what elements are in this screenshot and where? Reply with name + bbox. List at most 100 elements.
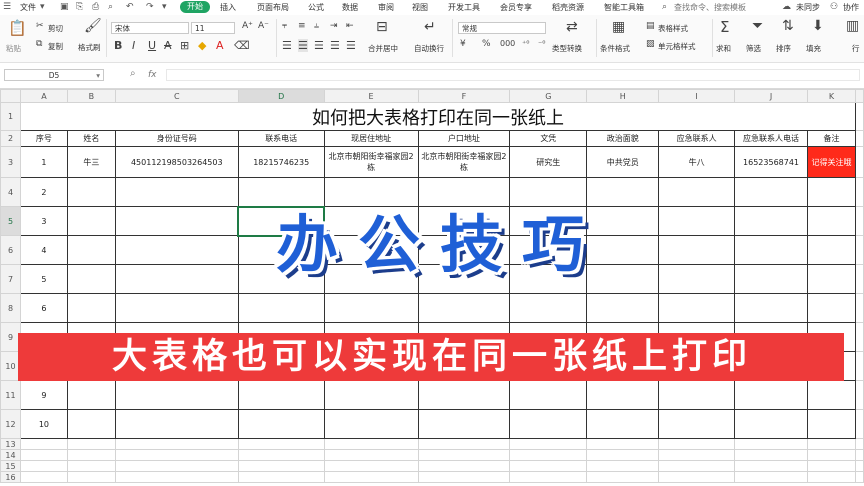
copy-icon[interactable]: ⧉ <box>36 39 42 49</box>
column-header[interactable]: H <box>586 89 660 103</box>
row-header[interactable]: 15 <box>0 460 21 472</box>
justify-icon[interactable]: ☰ <box>330 39 340 52</box>
font-shrink-icon[interactable]: A⁻ <box>258 21 269 31</box>
fill-button[interactable]: 填充 <box>806 43 821 54</box>
note-cell[interactable]: 记得关注哦 <box>807 146 856 178</box>
sort-button[interactable]: 排序 <box>776 43 791 54</box>
font-color-icon[interactable]: A <box>216 39 224 52</box>
chevron-down-icon[interactable]: ▾ <box>40 2 45 12</box>
header-cell[interactable]: 应急联系人电话 <box>734 130 809 147</box>
file-menu[interactable]: 文件 <box>20 2 36 13</box>
undo-icon[interactable]: ↶ <box>126 2 134 12</box>
hamburger-icon[interactable]: ☰ <box>3 2 11 12</box>
decimal-increase-icon[interactable]: ⁺⁰ <box>522 39 529 48</box>
filter-button[interactable]: 筛选 <box>746 43 761 54</box>
header-cell[interactable]: 序号 <box>19 130 68 147</box>
preview-icon[interactable]: ⌕ <box>108 2 113 12</box>
chevron-down-icon[interactable]: ▾ <box>96 70 100 82</box>
menu-member[interactable]: 会员专享 <box>500 2 532 13</box>
menu-developer[interactable]: 开发工具 <box>448 2 480 13</box>
header-cell[interactable]: 姓名 <box>66 130 116 147</box>
font-grow-icon[interactable]: A⁺ <box>242 21 253 31</box>
collab-button[interactable]: 协作 <box>843 2 859 13</box>
sync-status[interactable]: 未同步 <box>796 2 820 13</box>
align-center-icon[interactable]: ☰ <box>298 39 308 52</box>
menu-insert[interactable]: 插入 <box>220 2 236 13</box>
menu-view[interactable]: 视图 <box>412 2 428 13</box>
data-cell[interactable]: 1 <box>19 146 68 178</box>
data-cell[interactable]: 北京市朝阳街幸福家园2栋 <box>417 146 511 178</box>
header-cell[interactable]: 联系电话 <box>237 130 325 147</box>
menu-docer[interactable]: 稻壳资源 <box>552 2 584 13</box>
column-header[interactable]: F <box>417 89 511 103</box>
font-name-select[interactable]: 宋体 <box>111 22 189 34</box>
data-cell[interactable]: 中共党员 <box>586 146 660 178</box>
header-cell[interactable]: 文凭 <box>509 130 588 147</box>
redo-icon[interactable]: ↷ <box>146 2 154 12</box>
align-left-icon[interactable]: ☰ <box>282 39 292 52</box>
print-icon[interactable]: ⎙ <box>92 2 99 12</box>
column-header[interactable]: B <box>66 89 116 103</box>
column-header[interactable]: D <box>237 89 325 103</box>
select-all-corner[interactable] <box>0 89 21 103</box>
column-header[interactable]: K <box>807 89 856 103</box>
data-cell[interactable]: 9 <box>19 380 68 410</box>
decimal-decrease-icon[interactable]: ⁻⁰ <box>538 39 545 48</box>
table-style-button[interactable]: 表格样式 <box>658 23 688 34</box>
copy-button[interactable]: 复制 <box>48 41 63 52</box>
fill-icon[interactable]: ⬇ <box>812 18 824 34</box>
sum-button[interactable]: 求和 <box>716 43 731 54</box>
wrap-button[interactable]: 自动换行 <box>414 43 444 54</box>
menu-formula[interactable]: 公式 <box>308 2 324 13</box>
data-cell[interactable]: 研究生 <box>509 146 588 178</box>
indent-icon[interactable]: ⇥ <box>330 21 338 31</box>
row-header[interactable]: 5 <box>0 206 21 236</box>
row-header[interactable]: 8 <box>0 293 21 323</box>
convert-icon[interactable]: ⇄ <box>566 19 578 35</box>
cell-style-button[interactable]: 单元格样式 <box>658 41 696 52</box>
bold-icon[interactable]: B <box>114 39 122 52</box>
border-icon[interactable]: ⊞ <box>180 39 189 52</box>
search-input[interactable]: 查找命令、搜索模板 <box>674 2 746 13</box>
row-header[interactable]: 4 <box>0 177 21 207</box>
filter-icon[interactable]: ⏷ <box>752 18 763 34</box>
row-header[interactable]: 1 <box>0 102 21 131</box>
sum-icon[interactable]: Σ <box>720 18 729 36</box>
paste-icon[interactable]: 📋 <box>8 19 27 37</box>
cell-style-icon[interactable]: ▨ <box>646 39 655 49</box>
conditional-format-icon[interactable]: ▦ <box>612 19 625 35</box>
data-cell[interactable]: 牛八 <box>658 146 736 178</box>
paste-button[interactable]: 粘贴 <box>6 43 21 54</box>
data-cell[interactable]: 北京市朝阳街幸福家园2栋 <box>323 146 419 178</box>
column-header[interactable]: I <box>658 89 736 103</box>
column-header[interactable]: G <box>509 89 588 103</box>
format-painter-button[interactable]: 格式刷 <box>78 42 101 53</box>
sheet-title-cell[interactable]: 如何把大表格打印在同一张纸上 <box>19 102 856 131</box>
row-header[interactable]: 14 <box>0 449 21 461</box>
align-right-icon[interactable]: ☰ <box>314 39 324 52</box>
header-cell[interactable]: 应急联系人 <box>658 130 736 147</box>
distributed-icon[interactable]: ☰ <box>346 39 356 52</box>
cut-button[interactable]: 剪切 <box>48 23 63 34</box>
data-cell[interactable]: 16523568741 <box>734 146 809 178</box>
row-header[interactable]: 13 <box>0 438 21 450</box>
sort-icon[interactable]: ⇅ <box>782 18 794 34</box>
rowcol-button[interactable]: 行 <box>852 43 860 54</box>
column-header[interactable]: C <box>114 89 239 103</box>
thousands-icon[interactable]: 000 <box>500 39 515 48</box>
data-cell[interactable]: 10 <box>19 409 68 439</box>
menu-page-layout[interactable]: 页面布局 <box>257 2 289 13</box>
align-top-icon[interactable]: ⫧ <box>282 21 287 31</box>
align-middle-icon[interactable]: ≡ <box>298 21 306 31</box>
wrap-icon[interactable]: ↵ <box>424 19 436 35</box>
format-painter-icon[interactable]: 🖌 <box>84 18 102 34</box>
data-cell[interactable]: 450112198503264503 <box>114 146 239 178</box>
table-style-icon[interactable]: ▤ <box>646 21 655 31</box>
type-convert-button[interactable]: 类型转换 <box>552 43 582 54</box>
column-header[interactable]: J <box>734 89 809 103</box>
row-header[interactable]: 11 <box>0 380 21 410</box>
header-cell[interactable]: 政治面貌 <box>586 130 660 147</box>
row-header[interactable]: 6 <box>0 235 21 265</box>
outdent-icon[interactable]: ⇤ <box>346 21 354 31</box>
column-header[interactable]: A <box>19 89 68 103</box>
